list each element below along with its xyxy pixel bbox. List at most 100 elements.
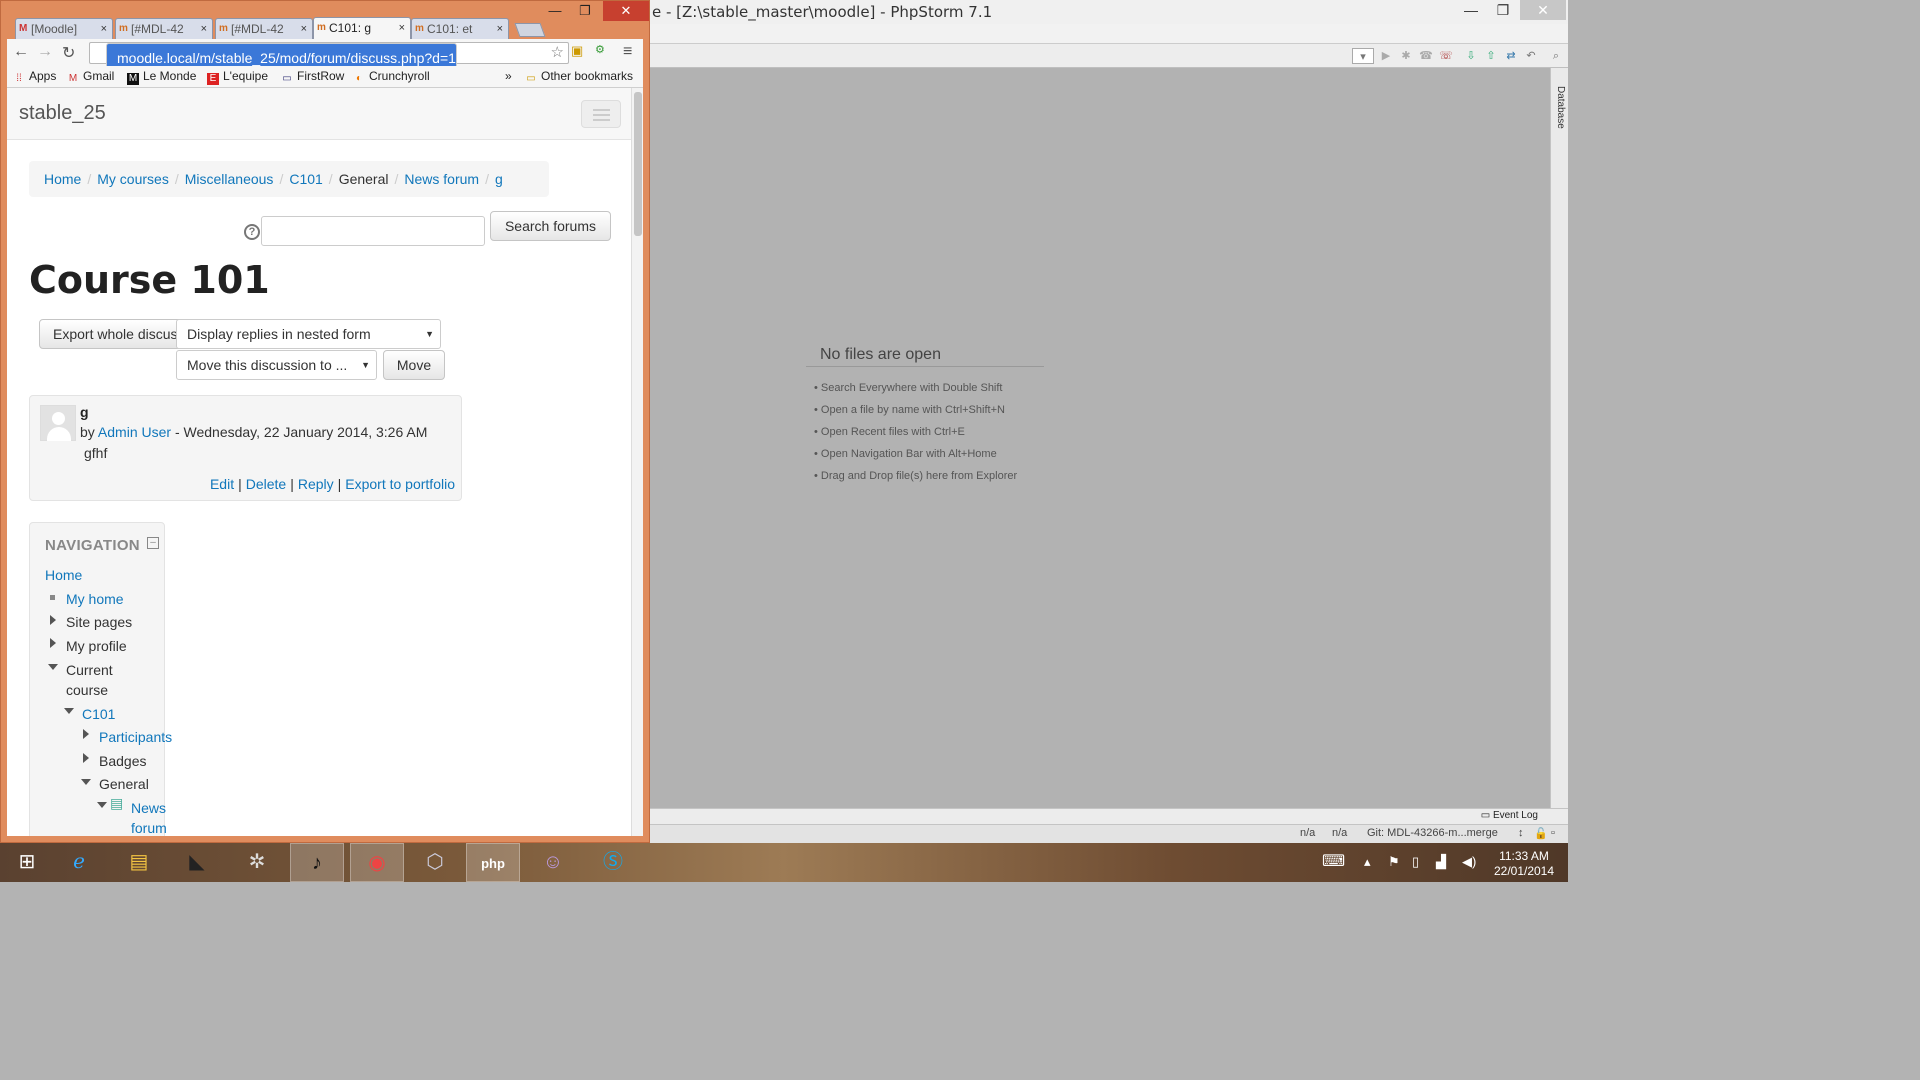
run-icon[interactable]: ▶ — [1378, 48, 1394, 64]
extension-icon[interactable]: ▣ — [571, 43, 583, 59]
listen-icon[interactable]: ☎ — [1418, 48, 1434, 64]
move-button[interactable]: Move — [383, 350, 445, 380]
nav-toggle-button[interactable] — [581, 100, 621, 128]
author-link[interactable]: Admin User — [98, 424, 171, 440]
close-tab-icon[interactable]: × — [497, 19, 503, 39]
close-button[interactable]: ✕ — [603, 1, 649, 21]
file-explorer-icon[interactable]: ▤ — [112, 843, 166, 882]
breadcrumb-discussion[interactable]: g — [495, 171, 503, 187]
nav-badges[interactable]: Badges — [99, 751, 146, 771]
tab[interactable]: m [#MDL-42 × — [215, 18, 313, 39]
bookmark-crunchyroll[interactable]: ◐ Crunchyroll — [353, 69, 430, 85]
collapse-arrow-icon[interactable] — [48, 664, 58, 670]
database-tab[interactable]: Database — [1555, 86, 1566, 129]
close-tab-icon[interactable]: × — [201, 19, 207, 39]
nav-news-forum[interactable]: News — [131, 798, 166, 818]
expand-arrow-icon[interactable] — [50, 638, 56, 648]
start-windows-icon[interactable]: ⊞ — [0, 843, 54, 882]
run-config-dropdown-icon[interactable]: ▾ — [1352, 48, 1374, 64]
close-tab-icon[interactable]: × — [399, 18, 405, 38]
phpstorm-icon[interactable]: php — [466, 843, 520, 882]
music-icon[interactable]: ♪ — [290, 843, 344, 882]
git-branch-widget[interactable]: Git: MDL-43266-m...merge — [1367, 827, 1498, 839]
forward-icon[interactable]: → — [37, 43, 53, 61]
maximize-button[interactable]: ❐ — [571, 1, 599, 21]
close-tab-icon[interactable]: × — [301, 19, 307, 39]
collapse-icon[interactable]: – — [147, 537, 159, 549]
breadcrumb-news-forum[interactable]: News forum — [404, 171, 479, 187]
tray-arrow-icon[interactable]: ▴ — [1364, 854, 1371, 870]
reply-link[interactable]: Reply — [298, 476, 334, 492]
close-tab-icon[interactable]: × — [101, 19, 107, 39]
clock[interactable]: 11:33 AM 22/01/2014 — [1486, 849, 1562, 879]
export-portfolio-link[interactable]: Export to portfolio — [345, 476, 455, 492]
chrome-icon[interactable]: ◉ — [350, 843, 404, 882]
new-tab-button[interactable] — [514, 23, 546, 37]
volume-icon[interactable]: ◀) — [1462, 854, 1476, 870]
nav-my-profile[interactable]: My profile — [66, 636, 127, 656]
star-icon[interactable]: ☆ — [551, 43, 564, 63]
nav-site-pages[interactable]: Site pages — [66, 612, 132, 632]
keyboard-icon[interactable]: ⌨ — [1322, 851, 1345, 871]
bookmark-apps[interactable]: ⁞⁞ Apps — [13, 69, 56, 85]
nav-home[interactable]: Home — [45, 565, 82, 585]
bookmark-lemonde[interactable]: M Le Monde — [127, 69, 196, 85]
tab-active[interactable]: m C101: g × — [313, 17, 411, 39]
bookmark-lequipe[interactable]: E L'equipe — [207, 69, 268, 85]
nav-general[interactable]: General — [99, 774, 149, 794]
expand-arrow-icon[interactable] — [83, 729, 89, 739]
vcs-update-icon[interactable]: ⇩ — [1463, 48, 1479, 64]
other-bookmarks[interactable]: ▭ Other bookmarks — [525, 69, 633, 85]
bookmark-firstrow[interactable]: ▭ FirstRow — [281, 69, 344, 85]
minimize-button[interactable]: — — [1456, 0, 1486, 20]
internet-explorer-icon[interactable]: ℯ — [52, 843, 106, 882]
close-button[interactable]: ✕ — [1520, 0, 1566, 20]
edit-link[interactable]: Edit — [210, 476, 234, 492]
search-forums-button[interactable]: Search forums — [490, 211, 611, 241]
collapse-arrow-icon[interactable] — [81, 779, 91, 785]
move-discussion-select[interactable]: Move this discussion to ... ▼ — [176, 350, 377, 380]
app-icon[interactable]: ✲ — [230, 843, 284, 882]
tab[interactable]: M [Moodle] × — [15, 18, 113, 39]
app-icon[interactable]: ◣ — [170, 843, 224, 882]
expand-arrow-icon[interactable] — [83, 753, 89, 763]
export-discussion-button[interactable]: Export whole discussion — [39, 319, 189, 349]
reload-icon[interactable]: ↻ — [62, 43, 75, 63]
virtualbox-icon[interactable]: ⬡ — [408, 843, 462, 882]
collapse-arrow-icon[interactable] — [64, 708, 74, 714]
breadcrumb-my-courses[interactable]: My courses — [97, 171, 169, 187]
tab[interactable]: m [#MDL-42 × — [115, 18, 213, 39]
breadcrumb-miscellaneous[interactable]: Miscellaneous — [185, 171, 274, 187]
expand-arrow-icon[interactable] — [50, 615, 56, 625]
tab[interactable]: m C101: et × — [411, 18, 509, 39]
breadcrumb-c101[interactable]: C101 — [289, 171, 322, 187]
search-icon[interactable]: ⌕ — [1548, 48, 1564, 64]
address-bar[interactable]: moodle.local/m/stable_25/mod/forum/discu… — [89, 42, 569, 73]
help-icon[interactable]: ? — [244, 224, 260, 240]
js-extension-icon[interactable]: ⚙ — [595, 43, 605, 56]
breadcrumb-home[interactable]: Home — [44, 171, 81, 187]
scrollbar-thumb[interactable] — [634, 92, 642, 236]
signal-icon[interactable]: ▟ — [1436, 854, 1446, 870]
pidgin-icon[interactable]: ☺ — [526, 843, 580, 882]
collapse-arrow-icon[interactable] — [97, 802, 107, 808]
minimize-button[interactable]: — — [541, 1, 569, 21]
search-forums-input[interactable] — [261, 216, 485, 246]
bookmark-gmail[interactable]: M Gmail — [67, 69, 115, 85]
avatar[interactable] — [40, 405, 76, 441]
menu-icon[interactable]: ≡ — [623, 43, 632, 61]
nav-participants[interactable]: Participants — [99, 727, 172, 747]
phone-icon[interactable]: ☏ — [1438, 48, 1454, 64]
lock-icon[interactable]: 🔓 — [1534, 827, 1548, 840]
nav-news-forum-2[interactable]: forum — [131, 818, 167, 836]
nav-current-course-2[interactable]: course — [66, 680, 108, 700]
event-log-button[interactable]: ▭ Event Log — [1481, 810, 1538, 821]
bookmarks-overflow[interactable]: » — [505, 69, 512, 83]
flag-icon[interactable]: ⚑ — [1388, 854, 1400, 870]
back-icon[interactable]: ← — [13, 43, 29, 61]
maximize-button[interactable]: ❐ — [1488, 0, 1518, 20]
revert-icon[interactable]: ↶ — [1523, 48, 1539, 64]
page-scrollbar[interactable] — [631, 88, 643, 836]
delete-link[interactable]: Delete — [246, 476, 286, 492]
nav-my-home[interactable]: My home — [66, 589, 124, 609]
